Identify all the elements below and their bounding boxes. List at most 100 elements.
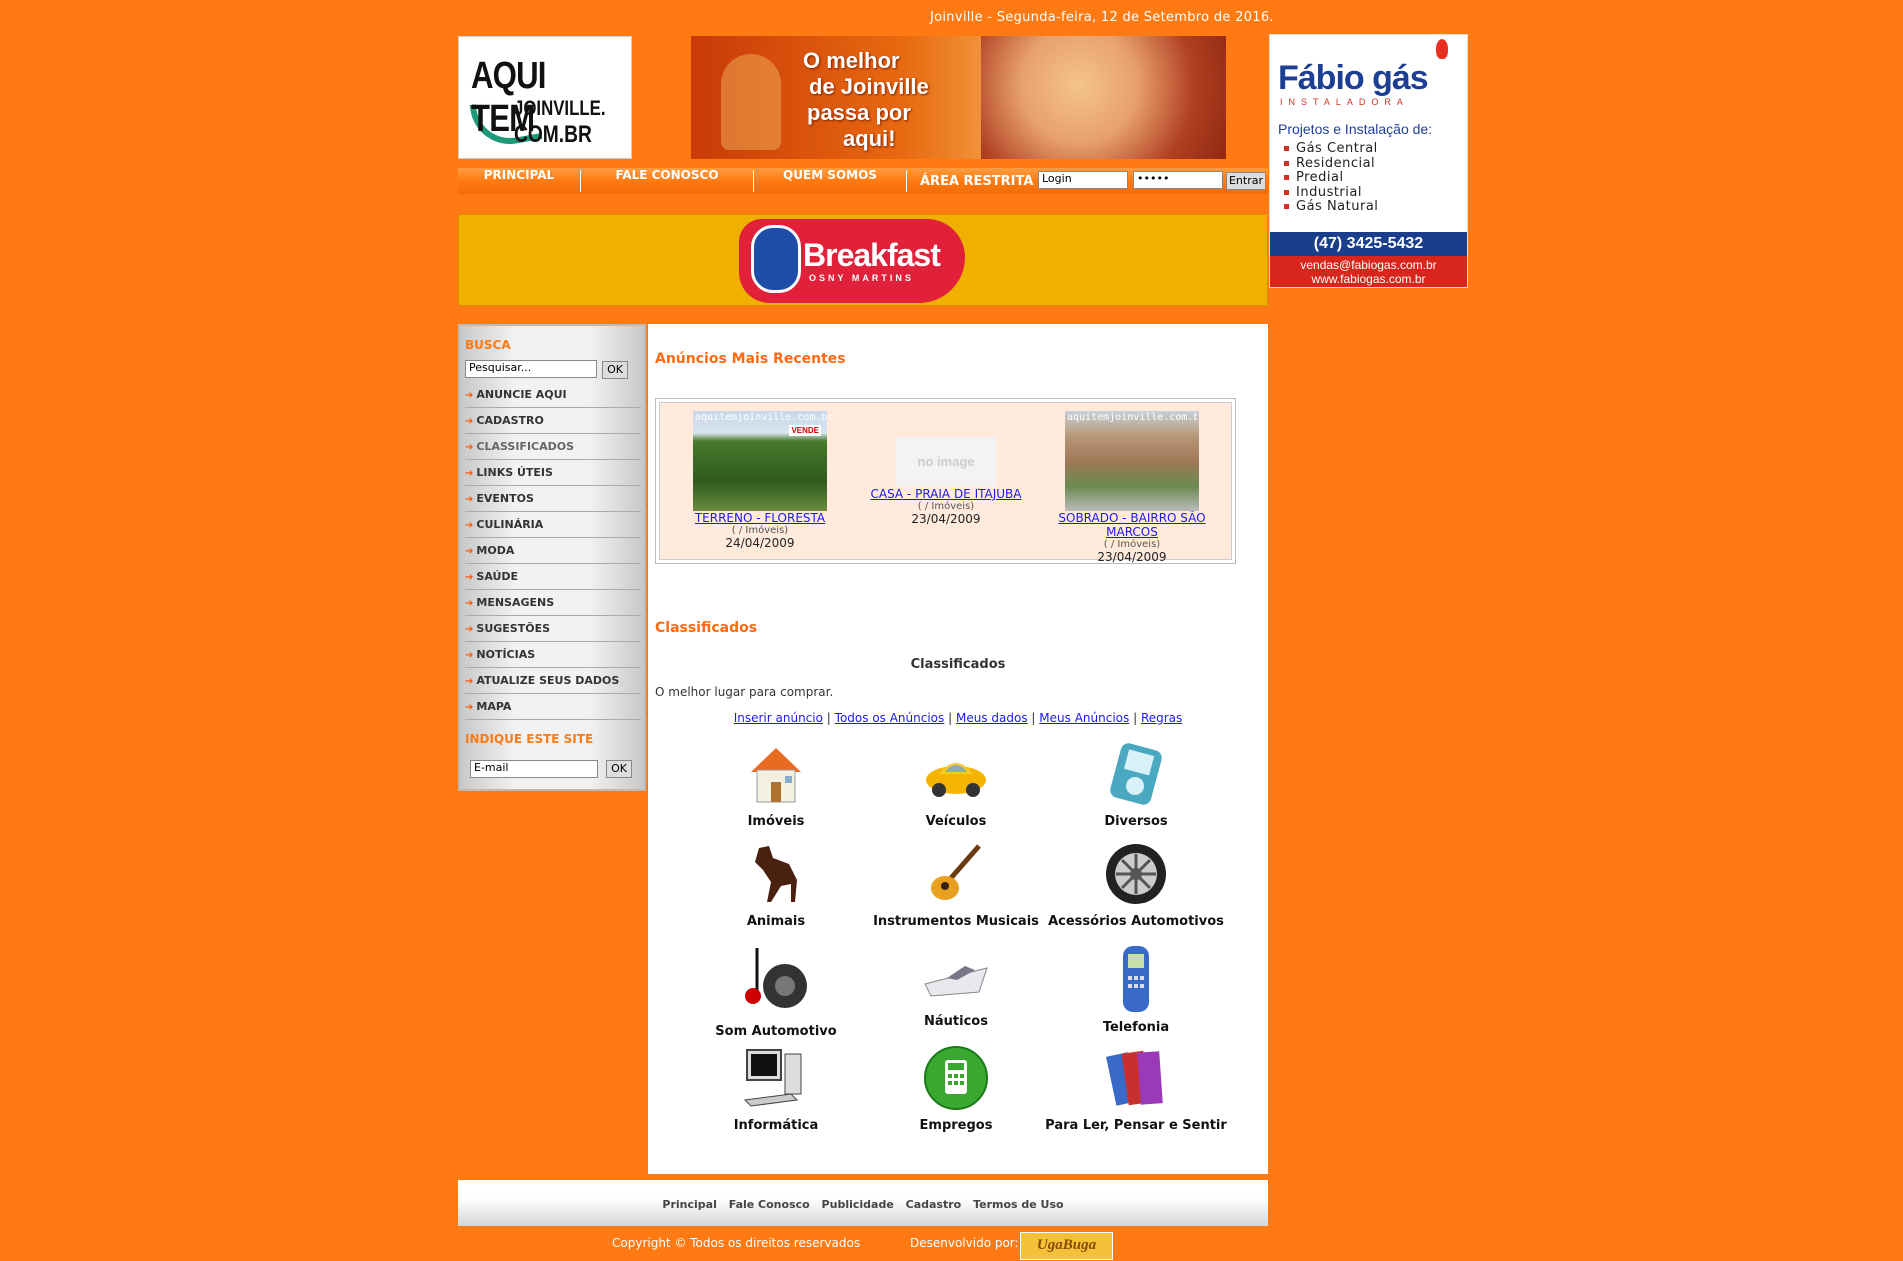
footer-link-cadastro[interactable]: Cadastro (906, 1198, 962, 1211)
boat-icon (921, 944, 991, 1010)
category-veiculos[interactable]: Veículos (861, 740, 1051, 829)
phone-icon (1101, 944, 1171, 1016)
ad-date: 23/04/2009 (911, 512, 981, 526)
wheel-icon (1101, 840, 1171, 910)
indique-title: INDIQUE ESTE SITE (465, 732, 594, 746)
sidebar-item-links-uteis[interactable]: ➔ LINKS ÚTEIS (465, 460, 641, 486)
logo-text: JOINVILLE. (514, 97, 606, 120)
ad-service: Gás Central (1280, 141, 1378, 156)
email-ok-button[interactable]: OK (606, 760, 632, 778)
no-image-placeholder[interactable]: no image (896, 437, 996, 487)
ad-subtitle: INSTALADORA (1280, 97, 1409, 107)
category-telefonia[interactable]: Telefonia (1041, 944, 1231, 1035)
nav-principal[interactable]: PRINCIPAL (458, 168, 580, 194)
banner-slogan: O melhor de Joinville passa por aqui! (803, 48, 929, 151)
classificados-links: Inserir anúncio | Todos os Anúncios | Me… (733, 711, 1183, 725)
logo-text: COM.BR (514, 121, 592, 148)
sidebar-item-noticias[interactable]: ➔ NOTÍCIAS (465, 642, 641, 668)
ad-title-link[interactable]: CASA - PRAIA DE ITAJUBA (846, 487, 1046, 501)
category-nauticos[interactable]: Náuticos (861, 944, 1051, 1029)
family-photo (981, 36, 1226, 159)
recent-ad: no image CASA - PRAIA DE ITAJUBA ( / Imó… (846, 403, 1046, 526)
link-todos-anuncios[interactable]: Todos os Anúncios (835, 711, 945, 725)
search-ok-button[interactable]: OK (602, 361, 628, 379)
link-regras[interactable]: Regras (1141, 711, 1182, 725)
footer-bar: Principal Fale Conosco Publicidade Cadas… (458, 1180, 1268, 1226)
horse-icon (741, 840, 811, 910)
ad-category: ( / Imóveis) (731, 525, 789, 536)
speaker-icon (741, 944, 811, 1020)
ad-services-list: Gás Central Residencial Predial Industri… (1280, 141, 1378, 214)
microphone-icon (751, 225, 801, 293)
site-logo[interactable]: AQUI TEM JOINVILLE. COM.BR (458, 36, 632, 159)
area-restrita-label: ÁREA RESTRITA (920, 174, 1034, 189)
login-input[interactable]: Login (1038, 171, 1128, 189)
recent-title: Anúncios Mais Recentes (655, 351, 846, 367)
footer-link-principal[interactable]: Principal (662, 1198, 716, 1211)
recent-ads: aquitemjoinville.com.br VENDE TERRENO - … (655, 398, 1236, 564)
calculator-icon (921, 1044, 991, 1114)
classificados-title: Classificados (655, 620, 758, 636)
top-nav: PRINCIPAL FALE CONOSCO QUEM SOMOS ÁREA R… (458, 168, 1268, 194)
developed-by: Desenvolvido por: (910, 1236, 1019, 1250)
category-informatica[interactable]: Informática (681, 1044, 871, 1133)
category-som-automotivo[interactable]: Som Automotivo (681, 944, 871, 1039)
house-icon (741, 740, 811, 810)
category-acessorios[interactable]: Acessórios Automotivos (1041, 840, 1231, 929)
login-submit-button[interactable]: Entrar (1226, 172, 1266, 190)
ad-service: Predial (1280, 170, 1378, 185)
dancer-image (721, 54, 781, 150)
footer-link-termos[interactable]: Termos de Uso (973, 1198, 1064, 1211)
ad-thumbnail[interactable]: aquitemjoinville.com.br VENDE (693, 411, 833, 511)
category-para-ler[interactable]: Para Ler, Pensar e Sentir (1041, 1044, 1231, 1133)
ad-service: Residencial (1280, 156, 1378, 171)
email-field[interactable]: E-mail (470, 760, 598, 778)
sidebar-item-moda[interactable]: ➔ MODA (465, 538, 641, 564)
developer-logo[interactable]: UgaBuga (1020, 1232, 1113, 1260)
link-inserir-anuncio[interactable]: Inserir anúncio (734, 711, 823, 725)
sidebar-item-mapa[interactable]: ➔ MAPA (465, 694, 641, 720)
link-meus-anuncios[interactable]: Meus Anúncios (1039, 711, 1129, 725)
flame-icon (1436, 39, 1448, 59)
breakfast-subtitle: OSNY MARTINS (809, 273, 914, 283)
ad-brand: Fábio gás (1278, 59, 1429, 97)
sidebar-item-culinaria[interactable]: ➔ CULINÁRIA (465, 512, 641, 538)
sidebar-item-cadastro[interactable]: ➔ CADASTRO (465, 408, 641, 434)
sidebar-item-saude[interactable]: ➔ SAÚDE (465, 564, 641, 590)
ad-category: ( / Imóveis) (1103, 539, 1161, 550)
computer-icon (741, 1044, 811, 1114)
sidebar-item-mensagens[interactable]: ➔ MENSAGENS (465, 590, 641, 616)
search-input[interactable]: Pesquisar... (465, 360, 597, 378)
sidebar-item-anuncie-aqui[interactable]: ➔ ANUNCIE AQUI (465, 382, 641, 408)
nav-fale-conosco[interactable]: FALE CONOSCO (581, 168, 753, 194)
ad-service: Industrial (1280, 185, 1378, 200)
nav-quem-somos[interactable]: QUEM SOMOS (754, 168, 906, 194)
sidebar-item-atualize[interactable]: ➔ ATUALIZE SEUS DADOS (465, 668, 641, 694)
footer-link-fale-conosco[interactable]: Fale Conosco (729, 1198, 810, 1211)
sidebar-item-sugestoes[interactable]: ➔ SUGESTÕES (465, 616, 641, 642)
footer-links: Principal Fale Conosco Publicidade Cadas… (458, 1198, 1268, 1211)
ad-date: 23/04/2009 (1097, 550, 1167, 564)
category-empregos[interactable]: Empregos (861, 1044, 1051, 1133)
category-imoveis[interactable]: Imóveis (681, 740, 871, 829)
fabio-gas-ad[interactable]: Fábio gás INSTALADORA Projetos e Instala… (1269, 34, 1468, 288)
sidebar-item-classificados[interactable]: ➔ CLASSIFICADOS (465, 434, 641, 460)
ad-phone: (47) 3425-5432 (1270, 232, 1467, 256)
sidebar-item-eventos[interactable]: ➔ EVENTOS (465, 486, 641, 512)
ad-thumbnail[interactable]: aquitemjoinville.com.br (1065, 411, 1199, 511)
header-banner[interactable]: O melhor de Joinville passa por aqui! (691, 36, 1226, 159)
breakfast-banner[interactable]: Breakfast OSNY MARTINS (458, 214, 1268, 306)
category-diversos[interactable]: Diversos (1041, 740, 1231, 829)
category-animais[interactable]: Animais (681, 840, 871, 929)
ipod-icon (1101, 740, 1171, 810)
breakfast-logo: Breakfast OSNY MARTINS (739, 219, 965, 303)
ad-title-link[interactable]: TERRENO - FLORESTA (660, 511, 860, 525)
breakfast-title: Breakfast (803, 237, 941, 273)
ad-heading: Projetos e Instalação de: (1278, 121, 1433, 137)
car-icon (921, 740, 991, 810)
link-meus-dados[interactable]: Meus dados (956, 711, 1028, 725)
password-input[interactable]: ••••• (1133, 171, 1223, 189)
ad-title-link[interactable]: SOBRADO - BAIRRO SÃO MARCOS (1032, 511, 1232, 539)
footer-link-publicidade[interactable]: Publicidade (822, 1198, 894, 1211)
category-instrumentos[interactable]: Instrumentos Musicais (861, 840, 1051, 929)
